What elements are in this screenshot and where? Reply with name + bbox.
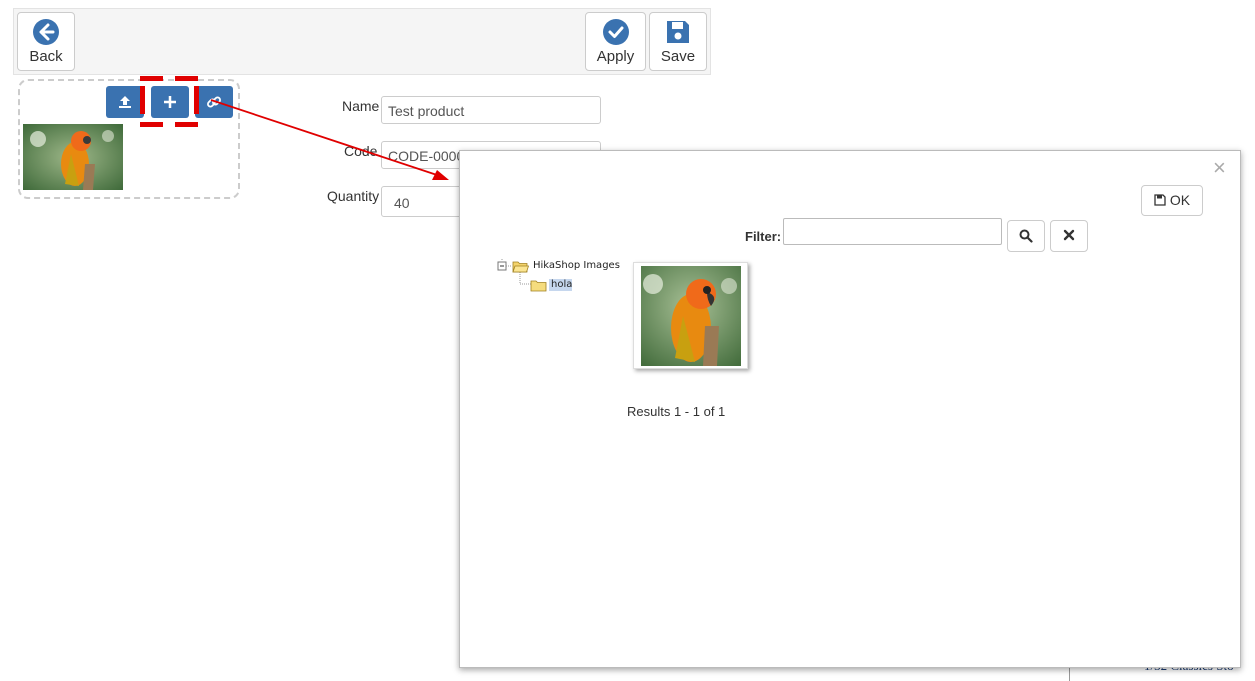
annotation-arrow [210,99,449,180]
